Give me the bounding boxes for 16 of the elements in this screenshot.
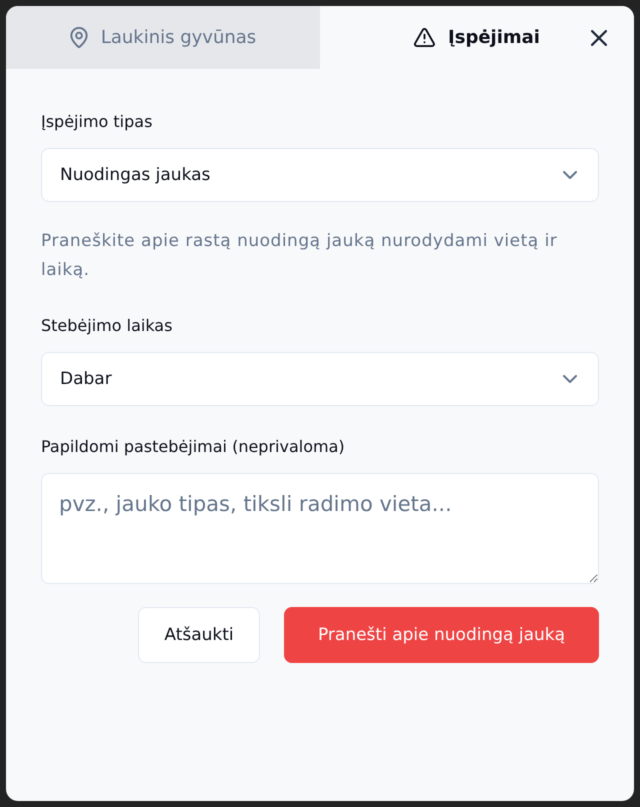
chevron-down-icon	[563, 375, 577, 383]
field-label: Papildomi pastebėjimai (neprivaloma)	[41, 436, 345, 458]
dropdown-field[interactable]: Dabar	[41, 352, 599, 406]
map-pin-icon	[70, 27, 88, 48]
field-label: Stebėjimo laikas	[41, 315, 172, 337]
field-label: Įspėjimo tipas	[41, 111, 152, 133]
warning-triangle-icon	[414, 28, 436, 47]
close-button[interactable]	[591, 30, 607, 46]
notes-field[interactable]: pvz., jauko tipas, tiksli radimo vieta...	[41, 473, 599, 584]
chevron-down-icon	[563, 171, 577, 179]
help-text: Praneškite apie rastą nuodingą jauką nurodydami vietą ir laiką.	[41, 230, 558, 282]
close-icon	[591, 30, 607, 46]
report-button[interactable]: Pranešti apie nuodingą jauką	[284, 607, 599, 663]
cancel-button[interactable]: Atšaukti	[138, 607, 260, 663]
tab[interactable]: Laukinis gyvūnas	[6, 6, 320, 69]
dropdown-field[interactable]: Nuodingas jaukas	[41, 148, 599, 202]
